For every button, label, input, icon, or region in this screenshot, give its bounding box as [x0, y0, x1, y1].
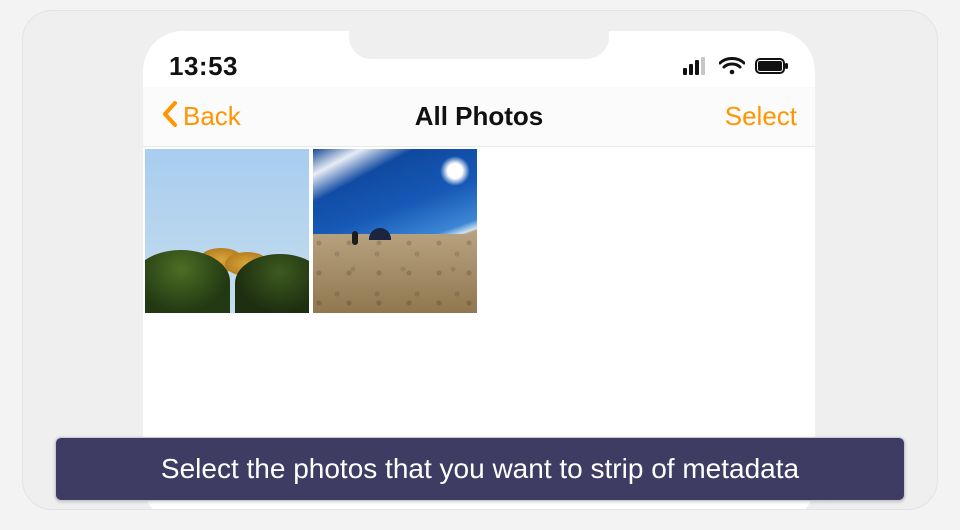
status-time: 13:53 [169, 37, 238, 82]
wifi-icon [719, 57, 745, 75]
back-label: Back [183, 101, 241, 132]
photo-grid [143, 147, 815, 315]
cellular-icon [683, 57, 709, 75]
outer-card: 13:53 [22, 10, 938, 510]
instruction-text: Select the photos that you want to strip… [161, 453, 799, 485]
status-icons [683, 43, 789, 75]
photo-image [145, 149, 309, 313]
instruction-caption: Select the photos that you want to strip… [55, 437, 905, 501]
back-button[interactable]: Back [161, 101, 241, 132]
photo-thumb-2[interactable] [313, 149, 477, 313]
phone-notch [349, 29, 609, 59]
nav-bar: Back All Photos Select [143, 87, 815, 147]
battery-icon [755, 57, 789, 75]
select-button[interactable]: Select [725, 101, 797, 132]
photo-image [313, 149, 477, 313]
page-title: All Photos [415, 101, 544, 132]
chevron-left-icon [161, 101, 179, 132]
photo-thumb-1[interactable] [145, 149, 309, 313]
